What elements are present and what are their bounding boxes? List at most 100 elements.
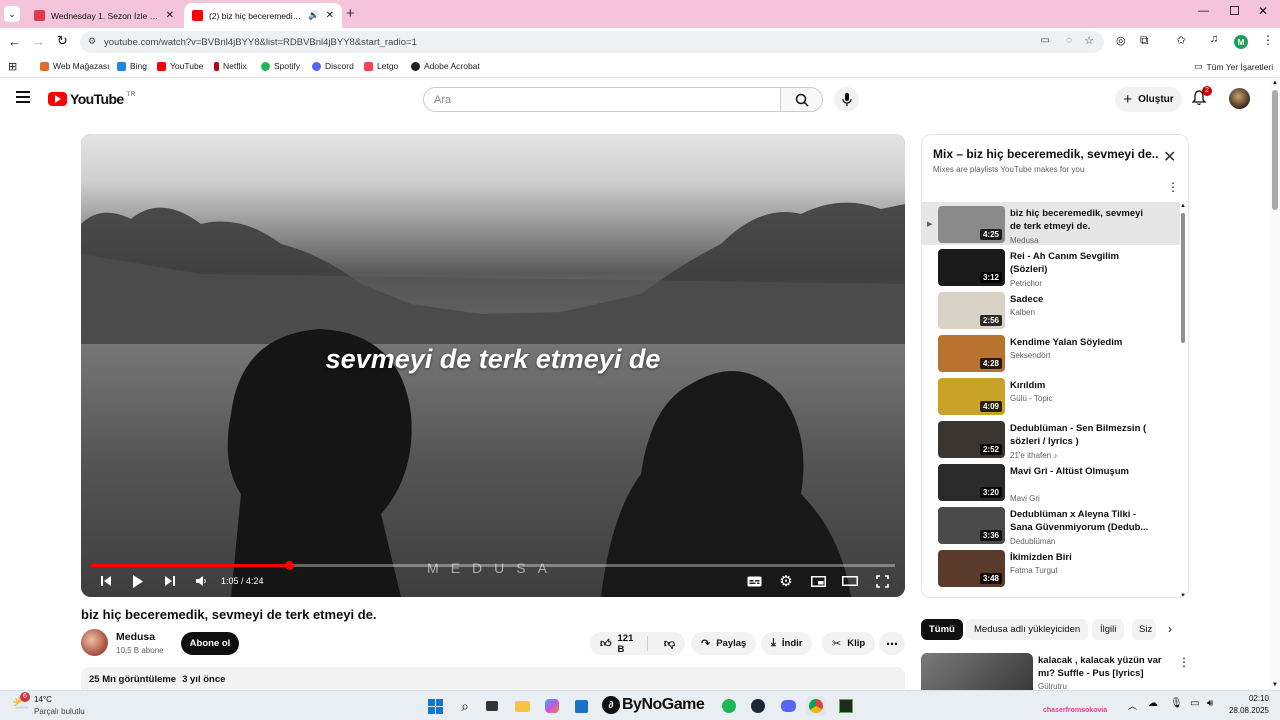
volume-tray-icon[interactable]: 🔊︎ xyxy=(1207,698,1213,709)
chip-from-uploader[interactable]: Medusa adlı yükleyiciden xyxy=(966,619,1089,640)
chrome-taskbar-icon[interactable] xyxy=(806,696,826,716)
share-button[interactable]: ↷ Paylaş xyxy=(691,632,757,655)
steam-taskbar-icon[interactable] xyxy=(748,696,768,716)
progress-scrubber[interactable] xyxy=(284,561,294,570)
previous-button[interactable] xyxy=(95,570,117,592)
dislike-button[interactable]: 👎︎ xyxy=(654,637,685,650)
like-button[interactable]: 👍︎ 121 B xyxy=(590,633,648,655)
playlist-item[interactable]: 3:36 Dedublüman x Aleyna Tilki - Sana Güv… xyxy=(922,503,1180,546)
description-box[interactable]: 25 Mn görüntüleme 3 yıl önce xyxy=(81,667,905,690)
network-icon[interactable]: ▭ xyxy=(1190,698,1199,709)
playlist-item[interactable]: 4:28 Kendime Yalan Söyledim Seksendört xyxy=(922,331,1180,374)
task-view-icon[interactable] xyxy=(482,696,502,716)
bookmark-star-icon[interactable]: ☆ xyxy=(1084,34,1094,47)
volume-button[interactable] xyxy=(191,570,211,592)
close-panel-icon[interactable]: ✕ xyxy=(1163,147,1176,167)
account-avatar[interactable] xyxy=(1229,88,1250,109)
mic-tray-icon[interactable]: 🎙︎ xyxy=(1170,698,1183,709)
create-button[interactable]: + Oluştur xyxy=(1115,87,1182,112)
bookmark-spotify[interactable]: Spotify xyxy=(261,61,300,71)
forward-icon[interactable]: → xyxy=(32,34,45,49)
bookmark-letgo[interactable]: Letgo xyxy=(364,61,398,71)
speaker-icon[interactable]: 🔊 xyxy=(308,10,319,21)
file-explorer-icon[interactable] xyxy=(512,696,532,716)
browser-tab-1[interactable]: Wednesday 1. Sezon İzle - Dizi ✕ xyxy=(26,3,182,28)
puzzle-icon[interactable]: ⧉ xyxy=(1140,33,1149,48)
tray-chevron-icon[interactable]: ︿ xyxy=(1128,699,1137,712)
notifications-button[interactable]: 2 xyxy=(1191,86,1212,109)
chip-related[interactable]: İlgili xyxy=(1092,619,1125,640)
minimize-icon[interactable]: — xyxy=(1198,5,1209,17)
clock-time[interactable]: 02:10 xyxy=(1227,694,1269,703)
bookmark-discord[interactable]: Discord xyxy=(312,61,354,71)
scroll-down-icon[interactable]: ▼ xyxy=(1180,593,1186,597)
eye-off-icon[interactable]: ◌ xyxy=(1066,35,1072,46)
clock-date[interactable]: 28.08.2025 xyxy=(1223,706,1269,715)
bookmark-adobe[interactable]: Adobe Acrobat xyxy=(411,61,480,71)
address-bar[interactable]: ⚙ youtube.com/watch?v=BVBnl4jBYY8&list=R… xyxy=(80,31,1104,53)
channel-name[interactable]: Medusa xyxy=(116,631,155,643)
app-taskbar-icon[interactable] xyxy=(836,696,856,716)
all-bookmarks[interactable]: ▭ Tüm Yer İşaretleri xyxy=(1194,61,1273,72)
progress-bar[interactable] xyxy=(91,561,895,570)
playlist-scrollbar[interactable]: ▲ ▼ xyxy=(1180,203,1186,597)
download-button[interactable]: ⤓ İndir xyxy=(761,632,813,655)
play-button[interactable] xyxy=(127,570,149,592)
more-vertical-icon[interactable]: ⋮ xyxy=(1167,180,1179,194)
tab-search-button[interactable]: ⌄ xyxy=(4,6,20,22)
page-scrollbar[interactable]: ▲ ▼ xyxy=(1270,78,1280,690)
video-player[interactable]: sevmeyi de terk etmeyi de MEDUSA 1:05 / … xyxy=(81,134,905,597)
voice-search-button[interactable] xyxy=(834,87,859,112)
scroll-up-icon[interactable]: ▲ xyxy=(1180,203,1186,209)
reload-icon[interactable]: ↻ xyxy=(57,33,68,49)
bookmark-youtube[interactable]: YouTube xyxy=(157,61,203,71)
recommendation-title[interactable]: kalacak , kalacak yüzün var mı? Suffle -… xyxy=(1038,654,1174,680)
settings-button[interactable]: ⚙ xyxy=(775,570,797,592)
playlist-item[interactable]: 4:09 Kırıldım Gülü - Topic xyxy=(922,374,1180,417)
new-tab-button[interactable]: + xyxy=(346,5,355,22)
fullscreen-button[interactable] xyxy=(871,570,893,592)
playlist-item[interactable]: ▶ 4:25 biz hiç beceremedik, sevmeyi de ter… xyxy=(922,202,1180,245)
onedrive-icon[interactable]: ☁ xyxy=(1148,698,1158,709)
back-icon[interactable]: ← xyxy=(8,34,21,49)
windows-start-icon[interactable] xyxy=(425,696,445,716)
extension-icon[interactable]: ◎ xyxy=(1116,34,1126,47)
playlist-item[interactable]: 3:48 İkimizden Biri Fatma Turgut xyxy=(922,546,1180,589)
bookmark-bing[interactable]: Bing xyxy=(117,61,147,71)
playlist-item[interactable]: 2:56 Sadece Kalben xyxy=(922,288,1180,331)
playlist-item[interactable]: 3:12 Rei - Ah Canım Sevgilim (Sözleri) Pet… xyxy=(922,245,1180,288)
clip-button[interactable]: ✂ Klip xyxy=(822,632,876,655)
scroll-thumb[interactable] xyxy=(1181,213,1185,343)
chevron-right-icon[interactable]: › xyxy=(1168,622,1172,636)
maximize-icon[interactable] xyxy=(1230,6,1239,15)
subtitles-button[interactable] xyxy=(743,570,765,592)
search-button[interactable] xyxy=(780,87,823,112)
favorites-icon[interactable]: ✩ xyxy=(1176,33,1186,47)
close-window-icon[interactable]: ✕ xyxy=(1258,4,1268,18)
profile-avatar[interactable]: M xyxy=(1234,35,1248,49)
media-control-icon[interactable]: ♫ xyxy=(1210,33,1218,45)
hamburger-menu-icon[interactable] xyxy=(16,91,30,103)
copilot-icon[interactable] xyxy=(542,696,562,716)
page-scroll-down-icon[interactable]: ▼ xyxy=(1272,682,1278,688)
weather-widget[interactable]: ⛅ 6 14°C Parçalı bulutlu xyxy=(12,692,92,718)
miniplayer-button[interactable] xyxy=(807,570,829,592)
search-taskbar-icon[interactable]: ⌕ xyxy=(455,696,475,716)
menu-icon[interactable]: ⋮ xyxy=(1262,33,1274,47)
store-icon[interactable] xyxy=(571,696,591,716)
more-actions-button[interactable]: ⋯ xyxy=(879,632,905,655)
close-tab-icon[interactable]: ✕ xyxy=(166,10,174,21)
playlist-item[interactable]: 3:20 Mavi Gri - Altüst Olmuşum Mavi Gri xyxy=(922,460,1180,503)
recommendation-more-icon[interactable]: ⋮ xyxy=(1178,655,1190,669)
close-tab-icon[interactable]: ✕ xyxy=(326,10,334,21)
theater-mode-button[interactable] xyxy=(839,570,861,592)
chip-for-you[interactable]: Siz xyxy=(1132,619,1156,640)
spotify-taskbar-icon[interactable] xyxy=(719,696,739,716)
bookmark-web-store[interactable]: Web Mağazası xyxy=(40,61,110,71)
install-icon[interactable]: ▭ xyxy=(1041,35,1050,46)
page-scroll-up-icon[interactable]: ▲ xyxy=(1272,80,1278,86)
discord-taskbar-icon[interactable] xyxy=(778,696,798,716)
playlist-item[interactable]: 2:52 Dedublüman - Sen Bilmezsin ( sözleri… xyxy=(922,417,1180,460)
channel-avatar[interactable] xyxy=(81,629,108,656)
next-button[interactable] xyxy=(159,570,181,592)
